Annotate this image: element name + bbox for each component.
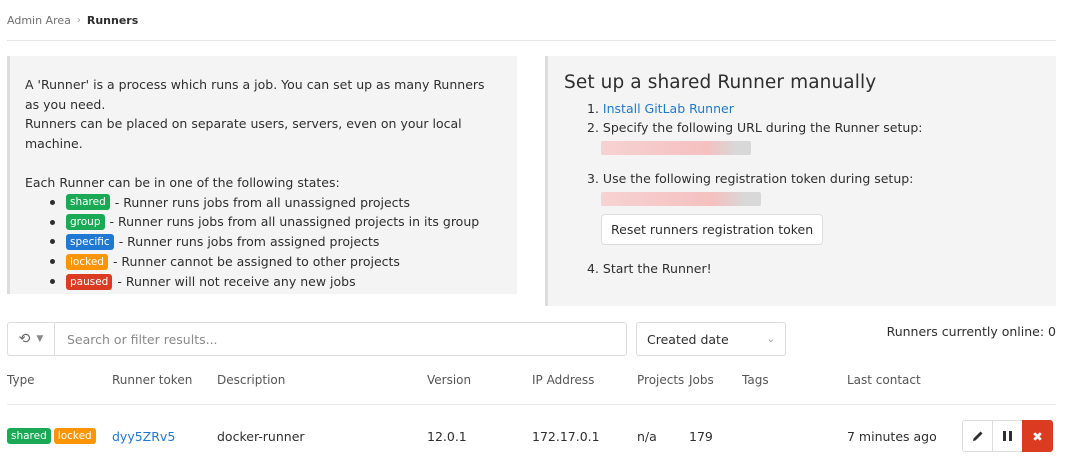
state-description: - Runner runs jobs from all unassigned p… (109, 214, 480, 230)
remove-runner-button[interactable]: ✖ (1022, 420, 1053, 452)
search-input[interactable] (55, 323, 626, 355)
bullet-icon (50, 259, 55, 265)
chevron-right-icon: › (76, 14, 81, 26)
breadcrumb-runners[interactable]: Runners (87, 14, 138, 27)
paused-badge: paused (66, 273, 113, 290)
runner-token-link[interactable]: dyy5ZRv5 (112, 429, 175, 444)
step-number: 2. (587, 120, 599, 135)
state-description: - Runner runs jobs from all unassigned p… (114, 194, 410, 210)
step-text: Specify the following URL during the Run… (602, 120, 923, 135)
table-row: shared locked dyy5ZRv5 docker-runner 12.0… (7, 427, 1056, 447)
group-badge: group (66, 214, 105, 231)
runner-description: docker-runner (217, 429, 305, 444)
setup-step-1: 1. Install GitLab Runner (564, 101, 1056, 120)
table-divider (7, 404, 1056, 405)
header-projects: Projects (637, 373, 685, 387)
sort-label: Created date (647, 331, 729, 347)
setup-steps: 1. Install GitLab Runner 2. Specify the … (564, 101, 1056, 276)
install-runner-link[interactable]: Install GitLab Runner (603, 101, 734, 116)
close-icon: ✖ (1032, 428, 1043, 444)
pencil-icon (972, 431, 982, 441)
redacted-token (601, 192, 761, 206)
breadcrumb: Admin Area › Runners (7, 12, 138, 28)
history-icon: ⟲ (18, 331, 31, 347)
edit-runner-button[interactable] (962, 420, 993, 452)
runner-jobs: 179 (689, 429, 713, 444)
header-tags: Tags (742, 373, 769, 387)
header-jobs: Jobs (689, 373, 714, 387)
setup-step-2: 2. Specify the following URL during the … (564, 120, 1056, 155)
state-item-shared: shared - Runner runs jobs from all unass… (50, 193, 502, 213)
bullet-icon (50, 199, 55, 205)
setup-step-3: 3. Use the following registration token … (564, 171, 1056, 245)
state-item-group: group - Runner runs jobs from all unassi… (50, 212, 502, 232)
runner-info-panel: A 'Runner' is a process which runs a job… (7, 56, 517, 294)
header-divider (7, 40, 1056, 41)
state-description: - Runner cannot be assigned to other pro… (112, 254, 400, 270)
runner-actions: ✖ (962, 420, 1053, 452)
bullet-icon (50, 279, 55, 285)
runner-version: 12.0.1 (427, 429, 467, 444)
state-description: - Runner will not receive any new jobs (117, 273, 356, 289)
step-number: 1. (587, 101, 599, 116)
locked-badge: locked (53, 428, 96, 444)
locked-badge: locked (66, 253, 108, 270)
breadcrumb-admin-area[interactable]: Admin Area (7, 14, 71, 27)
state-item-paused: paused - Runner will not receive any new… (50, 272, 502, 292)
bullet-icon (50, 239, 55, 245)
pause-icon (1003, 431, 1012, 441)
header-last-contact: Last contact (847, 373, 921, 387)
pause-runner-button[interactable] (992, 420, 1023, 452)
state-item-specific: specific - Runner runs jobs from assigne… (50, 232, 502, 252)
info-line-2: Runners can be placed on separate users,… (25, 116, 462, 151)
redacted-url (601, 141, 751, 155)
sort-dropdown[interactable]: Created date ⌄ (636, 322, 786, 356)
info-line-1: A 'Runner' is a process which runs a job… (25, 77, 485, 112)
step-number: 3. (587, 171, 599, 186)
setup-step-4: 4. Start the Runner! (564, 261, 1056, 276)
header-runner-token: Runner token (112, 373, 193, 387)
states-list: shared - Runner runs jobs from all unass… (25, 193, 502, 292)
header-description: Description (217, 373, 286, 387)
bullet-icon (50, 219, 55, 225)
chevron-down-icon: ▼ (36, 334, 44, 344)
chevron-down-icon: ⌄ (766, 333, 775, 345)
runner-ip-address: 172.17.0.1 (532, 429, 600, 444)
states-intro: Each Runner can be in one of the followi… (25, 175, 340, 190)
step-number: 4. (587, 261, 599, 276)
state-item-locked: locked - Runner cannot be assigned to ot… (50, 252, 502, 272)
filter-bar: ⟲ ▼ (7, 322, 627, 356)
shared-badge: shared (7, 428, 51, 444)
state-description: - Runner runs jobs from assigned project… (118, 234, 380, 250)
header-version: Version (427, 373, 472, 387)
specific-badge: specific (66, 233, 114, 250)
runners-online-count: Runners currently online: 0 (886, 324, 1056, 339)
header-type: Type (7, 373, 35, 387)
shared-badge: shared (66, 194, 110, 211)
reset-token-button[interactable]: Reset runners registration token (601, 214, 824, 245)
setup-runner-panel: Set up a shared Runner manually 1. Insta… (545, 56, 1056, 306)
step-text: Start the Runner! (602, 261, 712, 276)
runner-projects: n/a (637, 429, 657, 444)
runners-table-header: Type Runner token Description Version IP… (7, 373, 1056, 389)
runner-last-contact: 7 minutes ago (847, 429, 937, 444)
header-ip-address: IP Address (532, 373, 595, 387)
recent-searches-button[interactable]: ⟲ ▼ (8, 323, 55, 355)
step-text: Use the following registration token dur… (602, 171, 914, 186)
runner-type-badges: shared locked (7, 427, 101, 444)
setup-title: Set up a shared Runner manually (564, 72, 877, 93)
